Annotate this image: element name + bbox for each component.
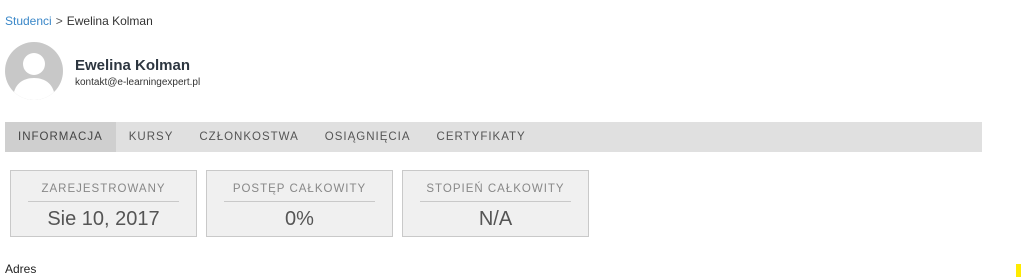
profile-name: Ewelina Kolman <box>75 57 191 74</box>
highlight-marker <box>1016 264 1021 277</box>
section-title-address: Adres <box>5 262 37 276</box>
divider <box>28 201 179 202</box>
tab-czlonkostwa[interactable]: CZŁONKOSTWA <box>186 122 311 152</box>
stat-label: STOPIEŃ CAŁKOWITY <box>426 183 565 195</box>
stat-value: 0% <box>285 208 314 230</box>
profile-header: Ewelina Kolman kontakt@e-learningexpert.… <box>5 42 200 100</box>
stat-card-grade: STOPIEŃ CAŁKOWITY N/A <box>402 170 589 237</box>
divider <box>420 201 571 202</box>
stat-value: N/A <box>478 208 513 230</box>
divider <box>224 201 375 202</box>
tab-kursy[interactable]: KURSY <box>116 122 187 152</box>
breadcrumb: Studenci > Ewelina Kolman <box>5 14 153 28</box>
stats-cards: ZAREJESTROWANY Sie 10, 2017 POSTĘP CAŁKO… <box>10 170 589 237</box>
tab-bar: INFORMACJA KURSY CZŁONKOSTWA OSIĄGNIĘCIA… <box>5 122 982 152</box>
breadcrumb-link-studenci[interactable]: Studenci <box>5 14 52 28</box>
stat-label: POSTĘP CAŁKOWITY <box>232 183 367 195</box>
tab-osiagniecia[interactable]: OSIĄGNIĘCIA <box>312 122 424 152</box>
tab-informacja[interactable]: INFORMACJA <box>5 122 116 152</box>
profile-email: kontakt@e-learningexpert.pl <box>75 77 201 88</box>
tab-certyfikaty[interactable]: CERTYFIKATY <box>424 122 539 152</box>
breadcrumb-separator: > <box>55 14 63 28</box>
stat-label: ZAREJESTROWANY <box>41 183 166 195</box>
stat-value: Sie 10, 2017 <box>47 208 160 230</box>
breadcrumb-current: Ewelina Kolman <box>66 14 153 28</box>
stat-card-progress: POSTĘP CAŁKOWITY 0% <box>206 170 393 237</box>
user-silhouette-icon <box>13 53 55 100</box>
stat-card-registered: ZAREJESTROWANY Sie 10, 2017 <box>10 170 197 237</box>
avatar <box>5 42 63 100</box>
